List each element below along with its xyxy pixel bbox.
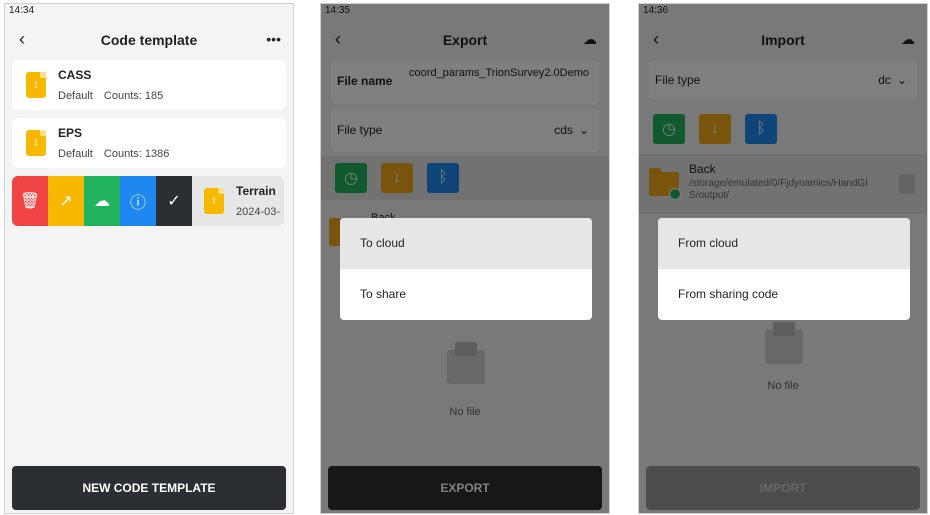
default-tag: Default	[58, 148, 93, 160]
import-screen: 14:36 ‹ Import ☁ File type dc⌄ ◷ ↓ ᛒ Bac…	[638, 3, 928, 514]
more-options-icon[interactable]: •••	[266, 30, 281, 48]
file-code-icon: ⟟	[26, 72, 46, 98]
code-template-screen: 14:34 ‹ Code template ••• ⟟ CASS Default…	[4, 3, 294, 514]
list-item[interactable]: ⟟ Terrain 2024-03-	[192, 176, 284, 226]
delete-icon[interactable]: 🗑	[12, 176, 48, 226]
template-name: EPS	[58, 126, 83, 140]
menu-item-from-cloud[interactable]: From cloud	[658, 218, 910, 269]
export-screen: 14:35 ‹ Export ☁ File name coord_params_…	[320, 3, 610, 514]
share-icon[interactable]: ↗	[48, 176, 84, 226]
status-time: 14:34	[9, 5, 35, 16]
template-meta: Default Counts: 1386	[58, 148, 177, 160]
top-bar: ‹ Code template •••	[5, 20, 293, 60]
swiped-list-item: 🗑 ↗ ☁ ⓘ ✓ ⟟ Terrain 2024-03-	[12, 176, 286, 226]
new-code-template-button[interactable]: NEW CODE TEMPLATE	[12, 466, 286, 510]
upload-cloud-icon[interactable]: ☁	[84, 176, 120, 226]
export-menu: To cloud To share	[340, 218, 592, 320]
list-item[interactable]: ⟟ CASS Default Counts: 185	[12, 60, 286, 110]
check-icon[interactable]: ✓	[156, 176, 192, 226]
template-name: Terrain	[236, 184, 276, 198]
counts-text: Counts: 1386	[103, 148, 170, 160]
default-tag: Default	[58, 90, 93, 102]
file-code-icon: ⟟	[26, 130, 46, 156]
info-icon[interactable]: ⓘ	[120, 176, 156, 226]
import-menu: From cloud From sharing code	[658, 218, 910, 320]
list-item[interactable]: ⟟ EPS Default Counts: 1386	[12, 118, 286, 168]
template-meta: Default Counts: 185	[58, 90, 171, 102]
page-title: Code template	[100, 32, 198, 48]
menu-item-to-cloud[interactable]: To cloud	[340, 218, 592, 269]
file-code-icon: ⟟	[204, 188, 224, 214]
menu-item-from-sharing-code[interactable]: From sharing code	[658, 269, 910, 320]
template-date: 2024-03-	[236, 206, 281, 218]
counts-text: Counts: 185	[103, 90, 164, 102]
template-name: CASS	[58, 68, 92, 82]
menu-item-to-share[interactable]: To share	[340, 269, 592, 320]
